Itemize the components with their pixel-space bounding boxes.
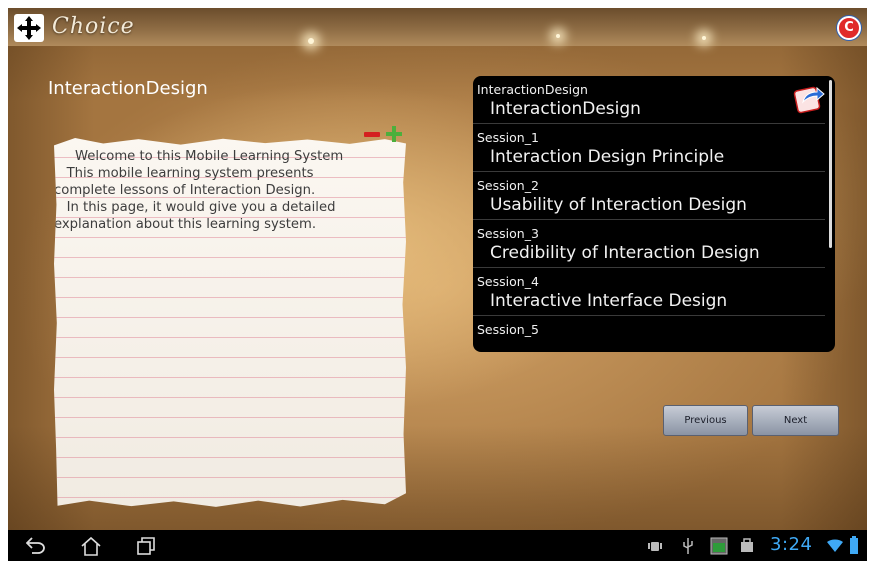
- zoom-controls: [364, 126, 408, 142]
- screenshot-icon: [710, 537, 728, 555]
- recent-apps-icon[interactable]: [136, 536, 156, 556]
- device-frame: Choice C InteractionDesign Welcome to th…: [8, 8, 867, 561]
- home-icon[interactable]: [80, 536, 102, 556]
- top-bar: Choice C: [8, 8, 867, 46]
- system-nav-bar: 3:24: [8, 530, 867, 561]
- list-item-label: Session_5: [477, 322, 539, 337]
- note-text: Welcome to this Mobile Learning System T…: [54, 149, 344, 232]
- list-item-title: Usability of Interaction Design: [490, 195, 747, 215]
- list-item[interactable]: Session_2 Usability of Interaction Desig…: [473, 172, 825, 220]
- previous-button[interactable]: Previous: [663, 405, 748, 436]
- note-paper: Welcome to this Mobile Learning System T…: [54, 138, 406, 507]
- sparkle-decoration: [702, 36, 706, 40]
- list-item-title: InteractionDesign: [490, 99, 641, 119]
- scrollbar[interactable]: [829, 80, 832, 248]
- sparkle-decoration: [556, 34, 560, 38]
- list-item-title: Interaction Design Principle: [490, 147, 725, 167]
- list-item-label: InteractionDesign: [477, 82, 588, 97]
- app-c-icon[interactable]: C: [837, 16, 861, 40]
- list-item[interactable]: Session_1 Interaction Design Principle: [473, 124, 825, 172]
- session-list[interactable]: InteractionDesign InteractionDesign Sess…: [473, 76, 835, 352]
- list-item-title: Credibility of Interaction Design: [490, 243, 760, 263]
- android-debug-icon: [648, 542, 662, 551]
- list-item[interactable]: InteractionDesign InteractionDesign: [473, 76, 825, 124]
- battery-icon: [850, 536, 858, 554]
- list-item-label: Session_1: [477, 130, 539, 145]
- list-item-label: Session_2: [477, 178, 539, 193]
- status-time: 3:24: [770, 534, 813, 555]
- list-item[interactable]: Session_3 Credibility of Interaction Des…: [473, 220, 825, 268]
- wifi-icon: [827, 539, 843, 552]
- list-item[interactable]: Session_5: [473, 316, 825, 352]
- next-button[interactable]: Next: [752, 405, 839, 436]
- list-item-label: Session_4: [477, 274, 539, 289]
- share-icon[interactable]: [793, 82, 827, 116]
- usb-icon: [683, 538, 693, 554]
- sparkle-decoration: [308, 38, 314, 44]
- plus-icon[interactable]: [386, 126, 402, 142]
- minus-icon[interactable]: [364, 132, 380, 137]
- brand-logo: Choice: [52, 14, 135, 39]
- list-item[interactable]: Session_4 Interactive Interface Design: [473, 268, 825, 316]
- back-icon[interactable]: [26, 536, 46, 554]
- plus-cross-icon[interactable]: [14, 14, 44, 42]
- list-item-title: Interactive Interface Design: [490, 291, 728, 311]
- bag-icon: [741, 538, 753, 552]
- list-item-label: Session_3: [477, 226, 539, 241]
- page-title: InteractionDesign: [48, 78, 208, 99]
- app-screen: Choice C InteractionDesign Welcome to th…: [8, 8, 867, 530]
